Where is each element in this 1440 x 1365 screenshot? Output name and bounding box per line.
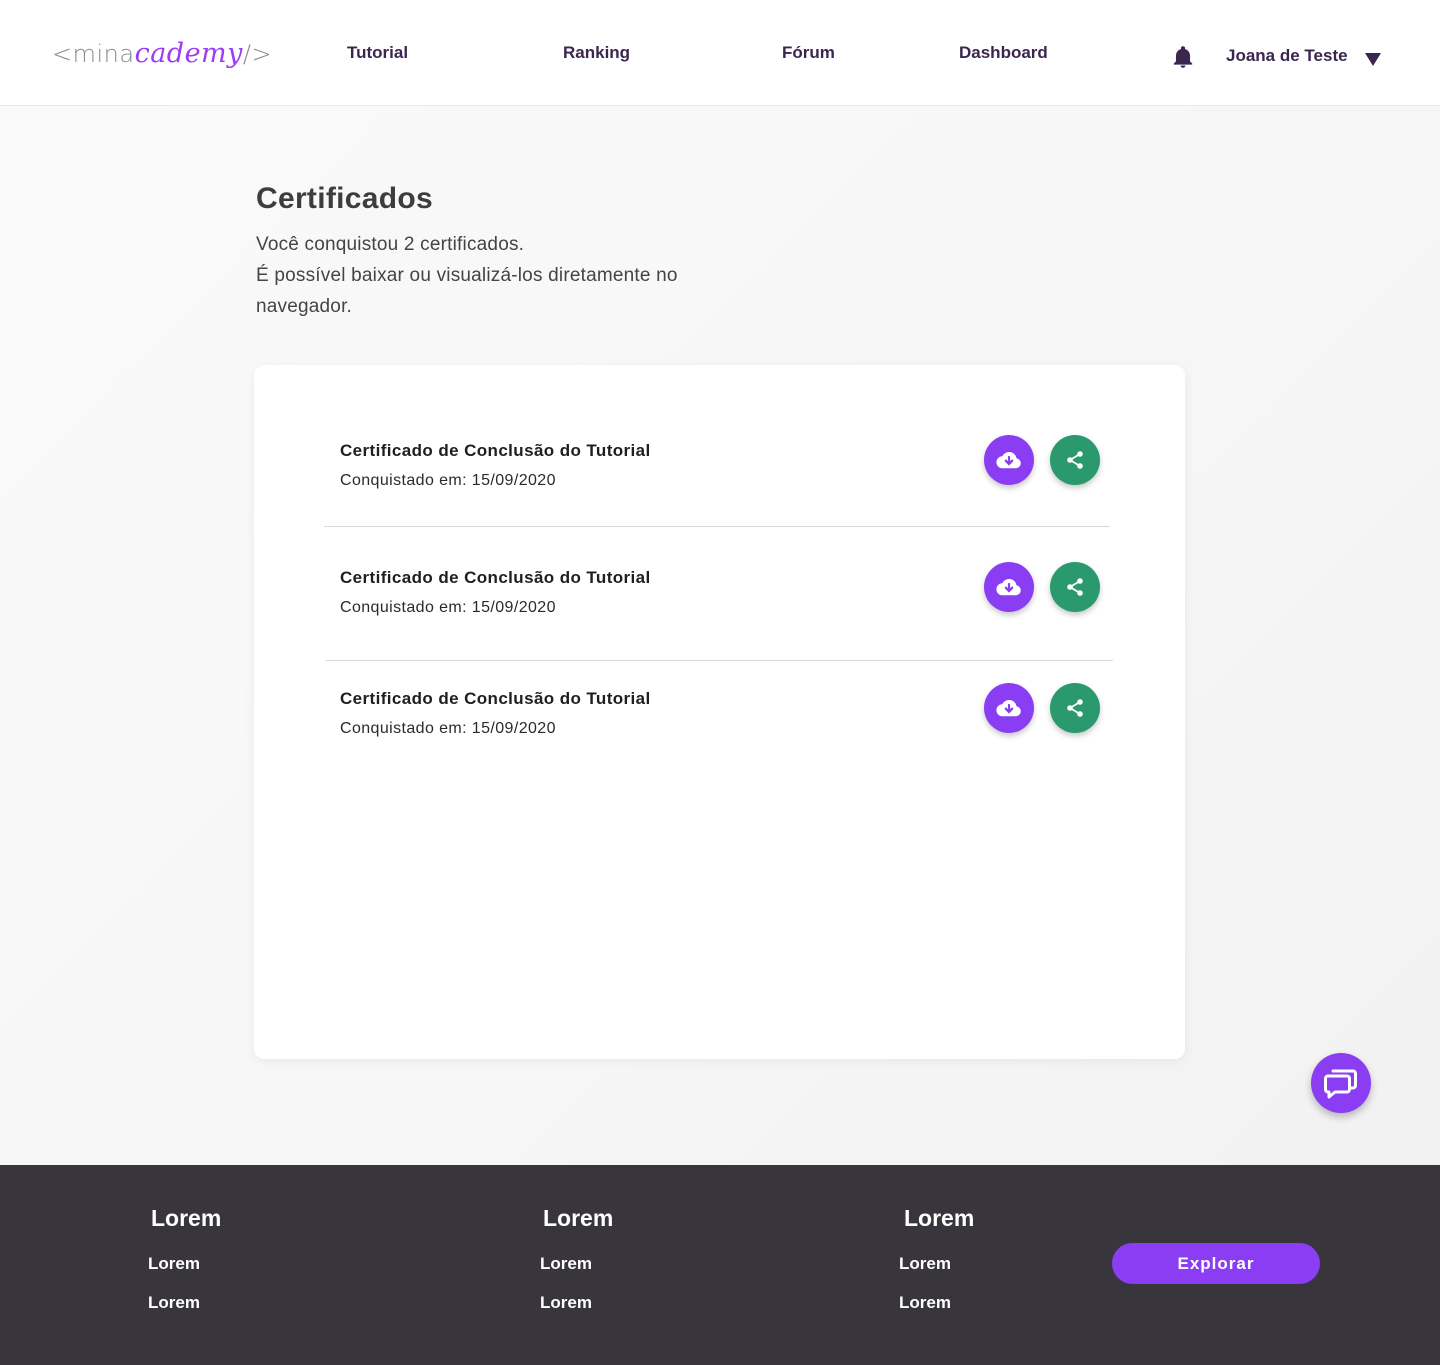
certificate-item: Certificado de Conclusão do Tutorial Con… xyxy=(340,435,1100,501)
download-certificate-button[interactable] xyxy=(984,435,1034,485)
footer-link[interactable]: Lorem xyxy=(899,1254,951,1274)
divider xyxy=(324,526,1110,527)
top-navbar: <minacademy/> Tutorial Ranking Fórum Das… xyxy=(0,0,1440,106)
footer-link[interactable]: Lorem xyxy=(148,1254,200,1274)
site-footer: Lorem Lorem Lorem Lorem Lorem Lorem Lore… xyxy=(0,1165,1440,1365)
share-certificate-button[interactable] xyxy=(1050,562,1100,612)
footer-link[interactable]: Lorem xyxy=(540,1254,592,1274)
caret-down-icon[interactable] xyxy=(1364,51,1382,67)
intro-line-info: É possível baixar ou visualizá-los diret… xyxy=(256,265,678,317)
footer-link[interactable]: Lorem xyxy=(148,1293,200,1313)
share-icon xyxy=(1067,699,1083,717)
divider xyxy=(326,660,1113,661)
certificate-date: Conquistado em: 15/09/2020 xyxy=(340,599,556,616)
logo-accent: cademy xyxy=(134,38,243,69)
minacademy-logo[interactable]: <minacademy/> xyxy=(52,38,272,69)
share-certificate-button[interactable] xyxy=(1050,435,1100,485)
logo-suffix: /> xyxy=(242,40,273,68)
intro-line-count: Você conquistou 2 certificados. xyxy=(256,234,525,255)
logo-prefix: <mina xyxy=(52,40,135,68)
share-certificate-button[interactable] xyxy=(1050,683,1100,733)
footer-heading: Lorem xyxy=(151,1205,222,1231)
chat-button[interactable] xyxy=(1311,1053,1371,1113)
download-certificate-button[interactable] xyxy=(984,562,1034,612)
cloud-download-icon xyxy=(996,699,1021,717)
nav-ranking[interactable]: Ranking xyxy=(563,43,630,63)
certificate-title: Certificado de Conclusão do Tutorial xyxy=(340,441,651,460)
user-menu-name[interactable]: Joana de Teste xyxy=(1226,46,1348,66)
certificate-date: Conquistado em: 15/09/2020 xyxy=(340,720,556,737)
certificate-title: Certificado de Conclusão do Tutorial xyxy=(340,568,651,587)
chat-icon xyxy=(1324,1069,1357,1099)
certificate-item: Certificado de Conclusão do Tutorial Con… xyxy=(340,562,1100,628)
download-certificate-button[interactable] xyxy=(984,683,1034,733)
nav-dashboard[interactable]: Dashboard xyxy=(959,43,1048,63)
share-icon xyxy=(1067,451,1083,469)
nav-tutorial[interactable]: Tutorial xyxy=(347,43,408,63)
cloud-download-icon xyxy=(996,451,1021,469)
nav-forum[interactable]: Fórum xyxy=(782,43,835,63)
certificate-item: Certificado de Conclusão do Tutorial Con… xyxy=(340,683,1100,749)
cloud-download-icon xyxy=(996,578,1021,596)
footer-link[interactable]: Lorem xyxy=(899,1293,951,1313)
footer-heading: Lorem xyxy=(543,1205,614,1231)
bell-icon[interactable] xyxy=(1170,44,1196,70)
page-title: Certificados xyxy=(256,182,433,215)
footer-heading: Lorem xyxy=(904,1205,975,1231)
certificates-card: Certificado de Conclusão do Tutorial Con… xyxy=(254,365,1185,1059)
certificate-title: Certificado de Conclusão do Tutorial xyxy=(340,689,651,708)
page-intro: Você conquistou 2 certificados. É possív… xyxy=(256,229,736,322)
explore-button[interactable]: Explorar xyxy=(1112,1243,1320,1284)
footer-link[interactable]: Lorem xyxy=(540,1293,592,1313)
certificate-date: Conquistado em: 15/09/2020 xyxy=(340,472,556,489)
share-icon xyxy=(1067,578,1083,596)
